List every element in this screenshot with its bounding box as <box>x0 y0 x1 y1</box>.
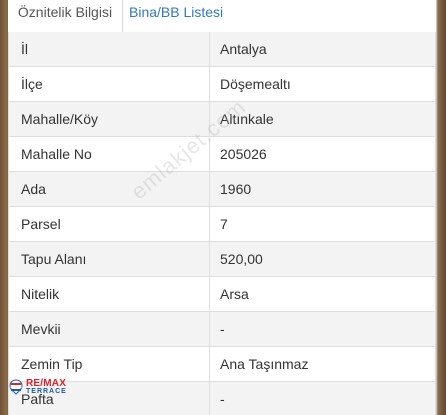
table-row: Zemin Tip Ana Taşınmaz <box>9 347 435 382</box>
attribute-table: İl Antalya İlçe Döşemealtı Mahalle/Köy A… <box>8 32 436 415</box>
row-value: 1960 <box>220 181 252 197</box>
column-divider <box>209 277 210 311</box>
table-row: Tapu Alanı 520,00 <box>9 242 435 277</box>
row-value: 7 <box>220 216 228 232</box>
row-label: Mahalle No <box>21 146 92 162</box>
info-panel: Öznitelik Bilgisi Bina/BB Listesi İl Ant… <box>8 0 436 415</box>
table-row: İl Antalya <box>9 32 435 67</box>
row-label: Ada <box>21 181 46 197</box>
column-divider <box>209 67 210 101</box>
column-divider <box>209 312 210 346</box>
row-value: - <box>220 391 225 407</box>
column-divider <box>209 207 210 241</box>
row-value: 520,00 <box>220 251 263 267</box>
column-divider <box>209 382 210 415</box>
table-row: Ada 1960 <box>9 172 435 207</box>
row-label: İl <box>21 41 28 57</box>
balloon-icon <box>9 379 23 395</box>
column-divider <box>209 172 210 206</box>
table-row: Mahalle No 205026 <box>9 137 435 172</box>
row-label: Parsel <box>21 216 61 232</box>
table-row: Mevkii - <box>9 312 435 347</box>
tab-attribute-info[interactable]: Öznitelik Bilgisi <box>8 0 123 32</box>
column-divider <box>209 347 210 381</box>
column-divider <box>209 242 210 276</box>
row-value: Arsa <box>220 286 249 302</box>
row-value: Ana Taşınmaz <box>220 356 309 372</box>
row-value: Antalya <box>220 41 267 57</box>
table-row: İlçe Döşemealtı <box>9 67 435 102</box>
logo-office-text: TERRACE <box>26 388 67 395</box>
table-row: Parsel 7 <box>9 207 435 242</box>
remax-logo: RE/MAX TERRACE <box>8 378 80 398</box>
row-label: Zemin Tip <box>21 356 83 372</box>
row-label: Tapu Alanı <box>21 251 87 267</box>
column-divider <box>209 32 210 66</box>
tab-bar: Öznitelik Bilgisi Bina/BB Listesi <box>8 0 436 33</box>
row-value: 205026 <box>220 146 267 162</box>
row-label: Mahalle/Köy <box>21 111 99 127</box>
row-value: Döşemealtı <box>220 76 291 92</box>
row-label: Nitelik <box>21 286 60 302</box>
tab-building-list[interactable]: Bina/BB Listesi <box>129 0 249 32</box>
row-label: İlçe <box>21 76 43 92</box>
row-value: - <box>220 321 225 337</box>
table-row: Nitelik Arsa <box>9 277 435 312</box>
row-label: Mevkii <box>21 321 61 337</box>
